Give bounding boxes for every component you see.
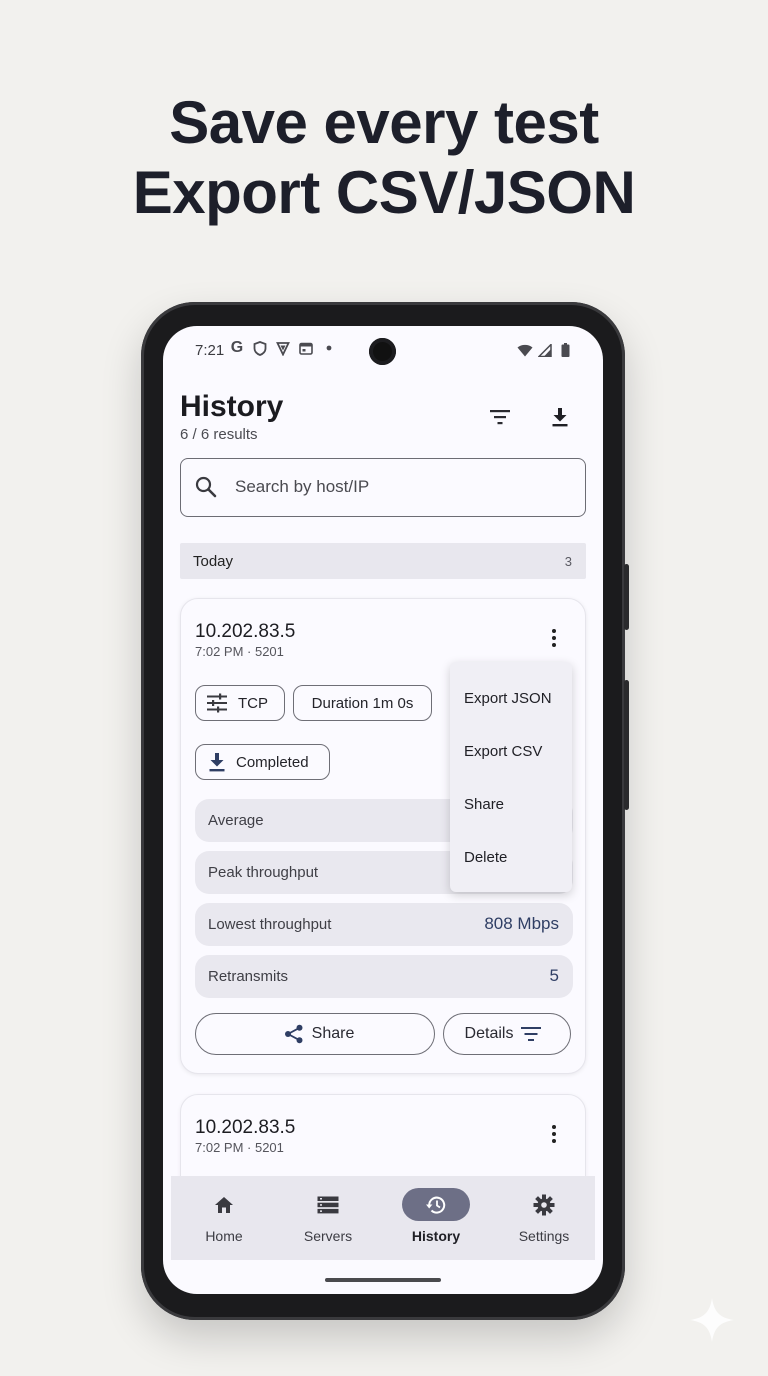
metric-value: 808 Mbps (484, 914, 559, 933)
card-meta: 7:02 PM · 5201 (195, 644, 284, 659)
duration-label: Duration 1m 0s (311, 694, 414, 712)
metric-value: 5 (549, 966, 559, 985)
nav-item-settings[interactable]: Settings (491, 1176, 597, 1260)
cell-signal-icon (537, 342, 553, 358)
home-indicator[interactable] (325, 1278, 441, 1282)
metric-label: Peak throughput (208, 864, 319, 881)
volume-button (624, 564, 629, 630)
tune-icon (207, 693, 227, 713)
notification-dot-icon (321, 340, 337, 356)
status-label: Completed (236, 753, 309, 771)
status-bar: 7:21 G (163, 326, 603, 376)
menu-item-share[interactable]: Share (464, 796, 504, 813)
duration-chip[interactable]: Duration 1m 0s (293, 685, 432, 721)
status-chip[interactable]: Completed (195, 744, 330, 780)
nav-label: Settings (518, 1228, 570, 1244)
section-count: 3 (564, 554, 572, 569)
headline: Save every test Export CSV/JSON (0, 88, 768, 228)
metric-label: Lowest throughput (208, 916, 332, 933)
menu-item-delete[interactable]: Delete (464, 849, 507, 866)
details-label: Details (464, 1025, 514, 1042)
results-count: 6 / 6 results (180, 426, 258, 443)
phone-frame: 7:21 G History 6 / 6 results Search by h… (141, 302, 629, 1320)
protocol-label: TCP (238, 694, 268, 712)
more-options-button[interactable] (551, 629, 557, 649)
search-field[interactable] (180, 458, 586, 517)
status-time: 7:21 (195, 342, 225, 359)
front-camera (369, 338, 396, 365)
bottom-navigation: Home Servers History Settings (171, 1176, 595, 1260)
download-icon (552, 408, 568, 427)
headline-line-1: Save every test (169, 89, 599, 156)
metric-label: Retransmits (208, 968, 289, 985)
metric-label: Average (208, 812, 264, 829)
share-icon (284, 1024, 303, 1044)
more-options-button[interactable] (551, 1125, 557, 1145)
section-header-today: Today 3 (180, 543, 586, 579)
nav-item-home[interactable]: Home (171, 1176, 277, 1260)
section-label: Today (193, 553, 234, 570)
battery-icon (557, 342, 573, 358)
card-host: 10.202.83.5 (195, 1117, 296, 1138)
metric-retransmits: Retransmits 5 (195, 955, 573, 998)
nav-active-indicator (402, 1188, 470, 1221)
share-label: Share (311, 1025, 355, 1042)
google-icon: G (230, 339, 244, 356)
home-icon (215, 1196, 233, 1213)
metric-lowest-throughput: Lowest throughput 808 Mbps (195, 903, 573, 946)
shield-icon (252, 340, 268, 356)
details-button[interactable]: Details (443, 1013, 571, 1055)
card-meta: 7:02 PM · 5201 (195, 1140, 284, 1155)
nav-item-history[interactable]: History (383, 1176, 489, 1260)
sparkle-icon (690, 1298, 734, 1342)
calendar-icon (298, 340, 314, 356)
menu-item-export-csv[interactable]: Export CSV (464, 743, 542, 760)
headline-line-2: Export CSV/JSON (132, 159, 636, 226)
gear-icon (533, 1194, 555, 1215)
card-host: 10.202.83.5 (195, 621, 296, 642)
filter-button[interactable] (483, 400, 517, 434)
nav-label: Home (205, 1228, 243, 1244)
servers-icon (317, 1196, 339, 1213)
filter-icon (490, 410, 510, 425)
protocol-chip[interactable]: TCP (195, 685, 285, 721)
nav-item-servers[interactable]: Servers (275, 1176, 381, 1260)
history-icon (426, 1196, 446, 1214)
search-input[interactable] (235, 459, 565, 515)
vpn-shield-icon (275, 340, 291, 356)
export-button[interactable] (543, 400, 577, 434)
page-title: History (180, 390, 284, 423)
download-complete-icon (209, 753, 225, 772)
overflow-menu: Export JSON Export CSV Share Delete (450, 662, 572, 892)
sort-icon (521, 1027, 542, 1041)
menu-item-export-json[interactable]: Export JSON (464, 690, 552, 707)
wifi-icon (517, 342, 533, 358)
search-icon (195, 476, 219, 500)
power-button (624, 680, 629, 810)
phone-screen: 7:21 G History 6 / 6 results Search by h… (163, 326, 603, 1294)
nav-label: Servers (303, 1228, 353, 1244)
nav-label: History (411, 1228, 461, 1244)
share-button[interactable]: Share (195, 1013, 435, 1055)
